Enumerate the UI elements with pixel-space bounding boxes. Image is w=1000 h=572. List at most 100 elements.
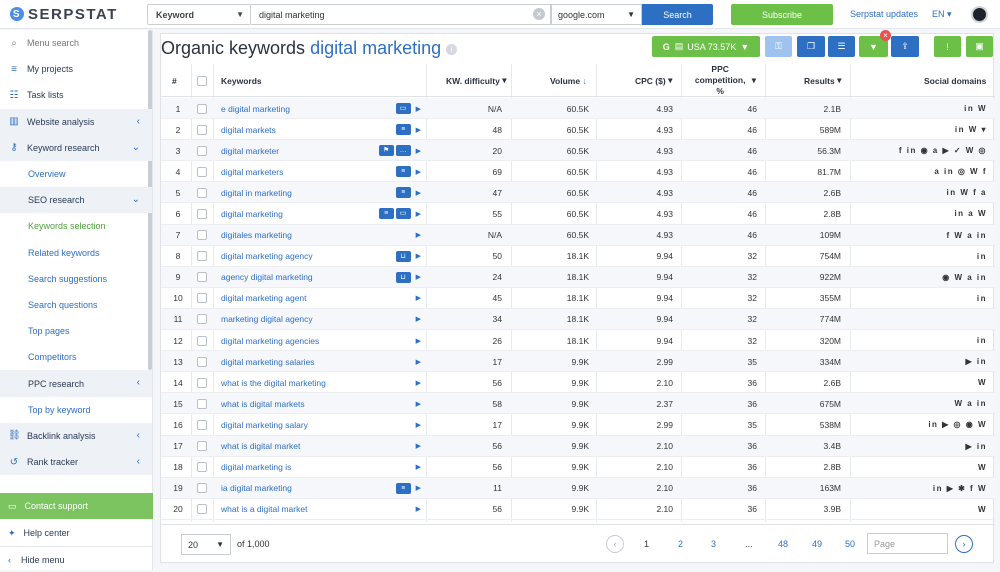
- expand-arrow-icon[interactable]: ▶: [416, 105, 421, 113]
- search-input[interactable]: digital marketing: [251, 4, 551, 25]
- hide-menu-button[interactable]: ‹ Hide menu: [0, 546, 153, 572]
- page-size-select[interactable]: 20 ▼: [181, 534, 231, 555]
- sidebar-item-top-pages[interactable]: Top pages: [0, 318, 152, 344]
- page-number[interactable]: 2: [678, 539, 683, 549]
- row-checkbox[interactable]: [197, 330, 207, 351]
- sidebar-item-website-analysis[interactable]: ▥ Website analysis ‹: [0, 108, 152, 135]
- sidebar-item-rank-tracker[interactable]: ↺ Rank tracker ‹: [0, 449, 152, 476]
- row-checkbox[interactable]: [197, 499, 207, 520]
- expand-arrow-icon[interactable]: ▶: [416, 252, 421, 260]
- checkbox[interactable]: [197, 75, 207, 86]
- row-checkbox[interactable]: [197, 351, 207, 372]
- checkbox[interactable]: [197, 230, 207, 241]
- info-icon[interactable]: i: [446, 43, 458, 55]
- sidebar-item-overview[interactable]: Overview: [0, 161, 152, 187]
- row-checkbox[interactable]: [197, 203, 207, 224]
- contact-support-button[interactable]: ▭ Contact support: [0, 493, 153, 519]
- table-row[interactable]: 1e digital marketing ▭ ▶ N/A 60.5K 4.93 46 2.1B…: [161, 98, 995, 120]
- keyword-link[interactable]: what is the digital marketing: [221, 372, 326, 393]
- table-row[interactable]: 8 digital marketing agency ⊔ ▶ 50 18.1K 9.94 32…: [161, 246, 995, 267]
- remove-filter-icon[interactable]: ×: [880, 30, 891, 41]
- sidebar-item-competitors[interactable]: Competitors: [0, 344, 152, 370]
- list-icon[interactable]: ≡: [395, 166, 411, 178]
- keyword-link[interactable]: digital marketing: [221, 203, 283, 224]
- list-icon[interactable]: ≡: [395, 187, 411, 199]
- updates-link[interactable]: Serpstat updates: [850, 9, 918, 19]
- checkbox[interactable]: [197, 398, 207, 409]
- expand-arrow-icon[interactable]: ▶: [416, 337, 421, 345]
- row-checkbox[interactable]: [197, 414, 207, 435]
- page-number[interactable]: 50: [845, 539, 855, 549]
- flag-icon[interactable]: ⚑: [378, 145, 394, 157]
- keyword-link[interactable]: digital marketer: [221, 140, 279, 161]
- expand-arrow-icon[interactable]: ▶: [416, 463, 421, 471]
- checkbox[interactable]: [197, 462, 207, 473]
- keyword-link[interactable]: digital marketing salaries: [221, 351, 315, 372]
- table-row[interactable]: 18 digital marketing is ▶ 56 9.9K 2.10 36 2.8B W: [161, 457, 995, 478]
- database-select[interactable]: google.com ▼: [551, 4, 642, 25]
- expand-arrow-icon[interactable]: ▶: [416, 484, 421, 492]
- language-select[interactable]: EN ▾: [932, 9, 952, 20]
- bookmark-button[interactable]: ▣: [966, 36, 993, 57]
- page-number[interactable]: 48: [778, 539, 788, 549]
- sidebar-item-related-keywords[interactable]: Related keywords: [0, 240, 152, 266]
- ad-icon[interactable]: ▭: [395, 208, 411, 220]
- search-type-select[interactable]: Keyword ▼: [147, 4, 251, 25]
- checkbox[interactable]: [197, 419, 207, 430]
- expand-arrow-icon[interactable]: ▶: [416, 210, 421, 218]
- expand-arrow-icon[interactable]: ▶: [416, 358, 421, 366]
- col-keywords[interactable]: Keywords: [221, 64, 262, 97]
- col-volume[interactable]: Volume ↓: [550, 64, 587, 97]
- sidebar-item-keyword-research[interactable]: ⚷ Keyword research ⌄: [0, 134, 152, 161]
- subscribe-button[interactable]: Subscribe: [731, 4, 833, 25]
- cart-icon[interactable]: ⊔: [395, 271, 411, 283]
- export-button[interactable]: ⇪: [891, 36, 919, 57]
- country-select[interactable]: G ▤ USA 73.57K ▼: [652, 36, 760, 57]
- sidebar-item-keywords-selection[interactable]: Keywords selection: [0, 213, 152, 239]
- keyword-link[interactable]: digital marketers: [221, 161, 283, 182]
- chat-icon[interactable]: …: [395, 145, 411, 157]
- table-row[interactable]: 13 digital marketing salaries ▶ 17 9.9K 2.99 3…: [161, 351, 995, 373]
- keyword-link[interactable]: what is a digital market: [221, 499, 307, 520]
- expand-arrow-icon[interactable]: ▶: [416, 168, 421, 176]
- col-results[interactable]: Results ▾: [804, 64, 841, 97]
- expand-arrow-icon[interactable]: ▶: [416, 379, 421, 387]
- sidebar-item-search-suggestions[interactable]: Search suggestions: [0, 266, 152, 292]
- keyword-link[interactable]: e digital marketing: [221, 98, 290, 119]
- list-icon[interactable]: ≡: [378, 208, 394, 220]
- table-row[interactable]: 19 ia digital marketing ≡ ▶ 11 9.9K 2.10 36 163M…: [161, 477, 995, 499]
- sidebar-item-backlink-analysis[interactable]: ⛓ Backlink analysis ‹: [0, 422, 152, 449]
- keyword-link[interactable]: digital marketing agency: [221, 246, 313, 267]
- table-row[interactable]: 20 what is a digital market ▶ 56 9.9K 2.10 36 3…: [161, 499, 995, 520]
- row-checkbox[interactable]: [197, 393, 207, 414]
- row-checkbox[interactable]: [197, 182, 207, 203]
- checkbox[interactable]: [197, 124, 207, 135]
- row-checkbox[interactable]: [197, 246, 207, 267]
- sidebar-item-top-by-keyword[interactable]: Top by keyword: [0, 397, 152, 423]
- expand-arrow-icon[interactable]: ▶: [416, 315, 421, 323]
- table-row[interactable]: 3 digital marketer ⚑… ▶ 20 60.5K 4.93 46 56.3M f …: [161, 140, 995, 162]
- row-checkbox[interactable]: [197, 309, 207, 330]
- table-row[interactable]: 17 what is digital market ▶ 56 9.9K 2.10 36 3.4…: [161, 435, 995, 457]
- row-checkbox[interactable]: [197, 436, 207, 457]
- menu-search[interactable]: ⌕ Menu search: [0, 30, 152, 56]
- checkbox[interactable]: [197, 187, 207, 198]
- ad-icon[interactable]: ▭: [395, 103, 411, 114]
- keyword-link[interactable]: agency digital marketing: [221, 267, 313, 288]
- row-checkbox[interactable]: [197, 267, 207, 288]
- col-cpc[interactable]: CPC ($) ▾: [635, 64, 672, 97]
- expand-arrow-icon[interactable]: ▶: [416, 421, 421, 429]
- keyword-link[interactable]: ia digital marketing: [221, 478, 292, 499]
- keyword-link[interactable]: digitales marketing: [221, 225, 292, 246]
- expand-arrow-icon[interactable]: ▶: [416, 231, 421, 239]
- checkbox[interactable]: [197, 272, 207, 283]
- row-checkbox[interactable]: [197, 478, 207, 499]
- row-checkbox[interactable]: [197, 140, 207, 161]
- checkbox[interactable]: [197, 377, 207, 388]
- keyword-link[interactable]: digital marketing agencies: [221, 330, 319, 351]
- expand-arrow-icon[interactable]: ▶: [416, 147, 421, 155]
- feedback-button[interactable]: !: [934, 36, 961, 57]
- checkbox[interactable]: [197, 335, 207, 346]
- checkbox[interactable]: [197, 314, 207, 325]
- table-row[interactable]: 2 digital markets ≡ ▶ 48 60.5K 4.93 46 589M in W …: [161, 119, 995, 141]
